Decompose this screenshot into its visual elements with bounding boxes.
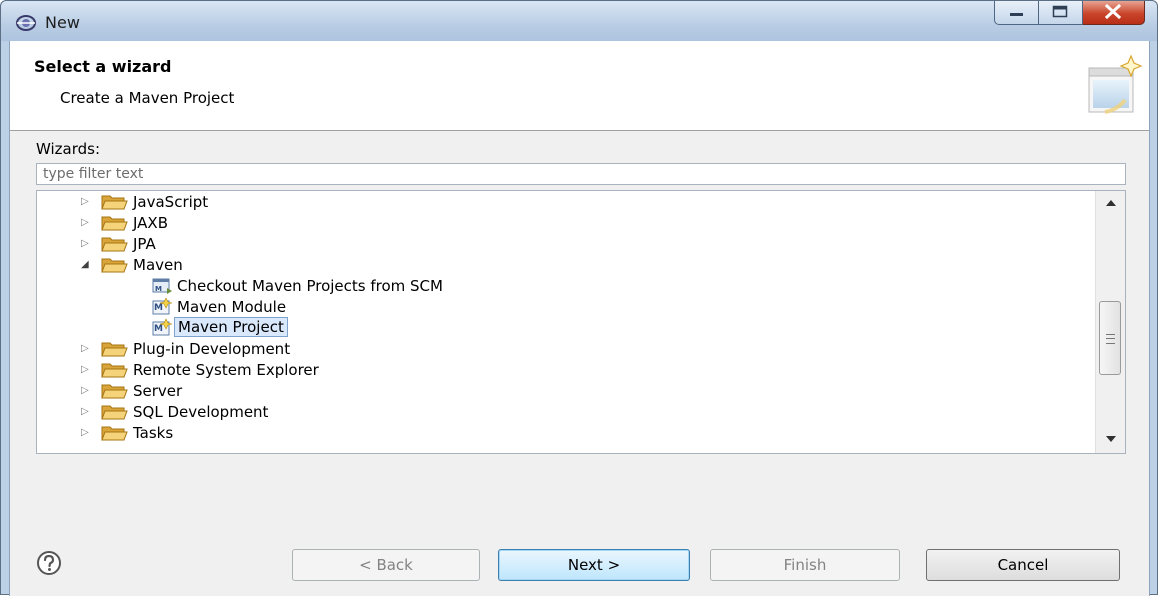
expand-arrow-icon[interactable]: ▷ — [81, 364, 91, 376]
tree-item-remote-system-explorer[interactable]: ▷ Remote System Explorer — [37, 360, 1087, 380]
svg-text:M: M — [154, 303, 163, 313]
minimize-icon — [1010, 13, 1023, 16]
wizards-label: Wizards: — [36, 140, 101, 158]
tree-item-label: Checkout Maven Projects from SCM — [177, 277, 443, 295]
tree-item-checkout-maven-projects[interactable]: M Checkout Maven Projects from SCM — [37, 276, 1087, 296]
tree-item-maven-module[interactable]: M Maven Module — [37, 297, 1087, 317]
close-icon — [1104, 3, 1122, 20]
title-bar[interactable]: New — [1, 1, 1157, 41]
tree-item-maven-project[interactable]: M Maven Project — [37, 317, 1087, 338]
scroll-up-arrow-icon — [1105, 200, 1116, 206]
svg-text:M: M — [155, 285, 162, 293]
tree-item-label: JPA — [133, 235, 156, 253]
expand-arrow-icon[interactable]: ▷ — [81, 217, 91, 229]
tree-item-label: Plug-in Development — [133, 340, 291, 358]
finish-button[interactable]: Finish — [710, 549, 900, 581]
window-title: New — [45, 13, 80, 32]
scroll-down-arrow-icon — [1105, 436, 1116, 442]
tree-item-label: Tasks — [133, 424, 174, 442]
help-icon[interactable] — [36, 550, 62, 576]
close-button[interactable] — [1083, 1, 1145, 25]
expand-arrow-icon[interactable]: ▷ — [81, 385, 91, 397]
dialog-header: Select a wizard Create a Maven Project — [10, 41, 1149, 131]
tree-item-server[interactable]: ▷ Server — [37, 381, 1087, 401]
folder-icon — [101, 405, 128, 420]
tree-item-javascript[interactable]: ▷ JavaScript — [37, 192, 1087, 212]
maven-project-icon: M — [152, 318, 173, 336]
expand-arrow-icon[interactable]: ▷ — [81, 343, 91, 355]
expand-arrow-icon[interactable]: ▷ — [81, 427, 91, 439]
tree-item-tasks[interactable]: ▷ Tasks — [37, 423, 1087, 443]
tree-item-plugin-development[interactable]: ▷ Plug-in Development — [37, 339, 1087, 359]
tree-item-label: JAXB — [133, 214, 168, 232]
svg-text:M: M — [154, 324, 163, 334]
dialog-content: Select a wizard Create a Maven Project W… — [9, 41, 1150, 596]
maven-module-icon: M — [152, 297, 173, 315]
tree-item-label: Server — [133, 382, 183, 400]
scroll-up-button[interactable] — [1096, 191, 1125, 217]
folder-icon — [101, 216, 128, 231]
tree-item-label: SQL Development — [133, 403, 269, 421]
tree-item-label: Remote System Explorer — [133, 361, 319, 379]
filter-input[interactable] — [36, 163, 1126, 185]
maximize-icon — [1052, 5, 1068, 18]
window-controls — [994, 1, 1145, 27]
tree-item-label: Maven Module — [177, 298, 287, 316]
tree-item-jaxb[interactable]: ▷ JAXB — [37, 213, 1087, 233]
tree-item-label: JavaScript — [133, 193, 209, 211]
page-description: Create a Maven Project — [60, 89, 235, 107]
new-wizard-window: New Select a wizard Create a Maven Proje… — [0, 0, 1158, 596]
folder-icon — [101, 342, 128, 357]
maximize-button[interactable] — [1039, 1, 1083, 25]
collapse-arrow-icon[interactable]: ◢ — [81, 259, 91, 271]
wizard-tree[interactable]: ▷ JavaScript ▷ JAXB ▷ JPA ◢ Maven M Chec… — [36, 190, 1126, 454]
scroll-down-button[interactable] — [1096, 427, 1125, 453]
folder-open-icon — [101, 258, 128, 273]
folder-icon — [101, 237, 128, 252]
minimize-button[interactable] — [994, 1, 1039, 25]
tree-item-jpa[interactable]: ▷ JPA — [37, 234, 1087, 254]
cancel-button[interactable]: Cancel — [926, 549, 1120, 581]
eclipse-app-icon — [16, 15, 36, 31]
vertical-scrollbar[interactable] — [1095, 191, 1125, 453]
page-title: Select a wizard — [34, 57, 172, 76]
folder-icon — [101, 363, 128, 378]
folder-icon — [101, 426, 128, 441]
tree-item-label: Maven Project — [174, 317, 288, 337]
tree-item-label: Maven — [133, 256, 183, 274]
maven-checkout-icon: M — [152, 278, 172, 294]
wizard-banner-icon — [1088, 54, 1143, 114]
expand-arrow-icon[interactable]: ▷ — [81, 196, 91, 208]
scrollbar-thumb[interactable] — [1099, 301, 1121, 375]
folder-icon — [101, 195, 128, 210]
tree-item-sql-development[interactable]: ▷ SQL Development — [37, 402, 1087, 422]
next-button[interactable]: Next > — [498, 549, 690, 581]
grip-icon — [1106, 334, 1115, 344]
back-button[interactable]: < Back — [292, 549, 480, 581]
tree-item-maven[interactable]: ◢ Maven — [37, 255, 1087, 275]
expand-arrow-icon[interactable]: ▷ — [81, 238, 91, 250]
expand-arrow-icon[interactable]: ▷ — [81, 406, 91, 418]
folder-icon — [101, 384, 128, 399]
